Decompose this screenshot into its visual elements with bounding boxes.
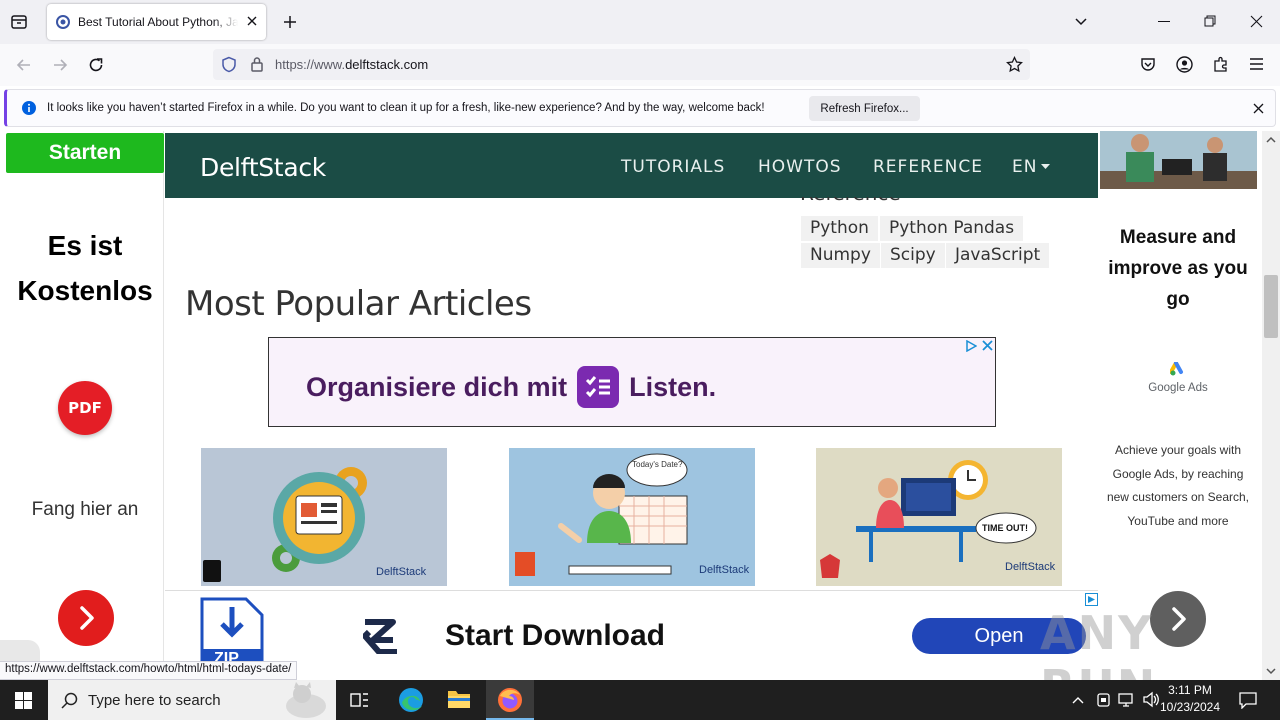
network-icon[interactable] — [1118, 692, 1136, 708]
info-icon — [22, 101, 36, 115]
scroll-up-arrow-icon — [1266, 136, 1276, 143]
adchoices-icon[interactable] — [1085, 593, 1098, 606]
thumb-brand-1: DelftStack — [376, 566, 427, 578]
checklist-icon — [577, 366, 620, 408]
file-explorer-icon[interactable] — [447, 688, 471, 710]
bottom-ad-headline: Start Download — [445, 619, 666, 652]
nav-reference[interactable]: REFERENCE — [873, 157, 983, 177]
firefox-icon — [498, 688, 522, 712]
left-ad-next-button[interactable] — [58, 590, 114, 646]
middle-banner-ad[interactable]: Organisiere dich mit Listen. — [268, 337, 996, 427]
tag-python[interactable]: Python — [801, 216, 878, 241]
reload-icon[interactable] — [87, 56, 105, 74]
language-label: EN — [1012, 157, 1038, 177]
mid-ad-text: Organisiere dich mit Listen. — [306, 366, 716, 408]
adchoices-icon[interactable] — [965, 340, 977, 352]
left-ad-subline: Fang hier an — [31, 499, 139, 520]
windows-taskbar: Type here to search 3:11 PM 10/23/2024 — [0, 680, 1280, 720]
notification-message: It looks like you haven’t started Firefo… — [47, 102, 765, 114]
task-view-icon[interactable] — [350, 691, 369, 709]
tag-javascript[interactable]: JavaScript — [946, 243, 1050, 268]
mid-ad-text-before: Organisiere dich mit — [306, 371, 568, 402]
bottom-banner-ad[interactable]: ZIP Start Download Open — [165, 590, 1098, 680]
popular-articles-heading: Most Popular Articles — [185, 284, 532, 324]
tag-scipy[interactable]: Scipy — [881, 243, 945, 268]
url-bar[interactable]: https://www.delftstack.com — [213, 49, 1030, 80]
notification-close-icon[interactable] — [1253, 103, 1264, 114]
system-clock[interactable]: 3:11 PM 10/23/2024 — [1156, 682, 1224, 716]
url-prefix: https://www. — [275, 57, 346, 72]
right-sidebar-ad[interactable]: Measure and improve as you go Google Ads… — [1099, 131, 1257, 680]
account-icon[interactable] — [1176, 56, 1193, 73]
app-menu-hamburger-icon[interactable] — [1249, 57, 1264, 71]
caret-down-icon — [1041, 164, 1051, 169]
right-ad-body: Achieve your goals with Google Ads, by r… — [1106, 443, 1250, 528]
mid-ad-text-after: Listen. — [629, 371, 717, 402]
edge-browser-icon[interactable] — [398, 687, 424, 713]
extensions-puzzle-icon[interactable] — [1212, 56, 1229, 73]
clock-time: 3:11 PM — [1168, 683, 1212, 697]
tab-close-icon[interactable] — [245, 14, 259, 28]
search-placeholder: Type here to search — [88, 692, 221, 709]
site-logo[interactable]: DelftStack — [200, 153, 326, 182]
refresh-firefox-notification: It looks like you haven’t started Firefo… — [4, 89, 1276, 127]
firefox-taskbar-button[interactable] — [486, 680, 534, 720]
right-ad-photo — [1100, 131, 1257, 189]
search-icon — [61, 692, 78, 709]
browser-tab[interactable]: Best Tutorial About Python, JavaScript — [47, 4, 266, 40]
chevron-right-icon — [80, 606, 94, 630]
thumb-bubble-timeout: TIME OUT! — [982, 523, 1028, 533]
tracking-shield-icon[interactable] — [221, 56, 237, 73]
left-sidebar-ad[interactable]: Starten Es ist Kostenlos PDF Fang hier a… — [6, 131, 164, 680]
search-highlight-cat-icon — [280, 682, 332, 718]
nav-language[interactable]: EN — [1012, 157, 1051, 177]
restore-icon[interactable] — [1204, 15, 1216, 27]
scrollbar-thumb[interactable] — [1264, 275, 1278, 338]
lock-icon[interactable] — [250, 56, 264, 72]
firefox-view-icon[interactable] — [10, 13, 28, 31]
device-icon[interactable] — [1096, 692, 1111, 708]
windows-start-icon[interactable] — [15, 692, 32, 709]
google-ads-logo-icon — [1170, 362, 1186, 377]
thumb-brand-3: DelftStack — [1005, 561, 1056, 573]
list-tabs-chevron-down-icon[interactable] — [1074, 15, 1088, 29]
nav-tutorials[interactable]: TUTORIALS — [621, 157, 725, 177]
url-domain: delftstack.com — [345, 57, 429, 72]
thumb-bubble-date: Today's Date? — [632, 460, 683, 469]
bookmark-star-icon[interactable] — [1006, 56, 1023, 73]
z-logo-icon — [363, 618, 399, 654]
notifications-icon[interactable] — [1239, 691, 1257, 709]
back-arrow-icon[interactable] — [15, 56, 33, 74]
starten-button[interactable]: Starten — [6, 133, 164, 173]
tab-title: Best Tutorial About Python, JavaScript — [78, 15, 238, 29]
pocket-icon[interactable] — [1140, 56, 1156, 72]
site-header: DelftStack TUTORIALS HOWTOS REFERENCE EN — [165, 133, 1098, 198]
close-window-icon[interactable] — [1250, 15, 1263, 28]
google-ads-label: Google Ads — [1148, 382, 1208, 394]
tag-python-pandas[interactable]: Python Pandas — [880, 216, 1024, 241]
article-thumbnail-3[interactable]: TIME OUT! DelftStack — [816, 448, 1062, 586]
refresh-firefox-button[interactable]: Refresh Firefox... — [809, 96, 920, 121]
url-text[interactable]: https://www.delftstack.com — [275, 57, 428, 72]
show-hidden-icons-chevron-up-icon[interactable] — [1071, 693, 1085, 707]
taskbar-search-box[interactable]: Type here to search — [48, 680, 336, 720]
article-thumbnail-2[interactable]: Today's Date? DelftStack — [509, 448, 755, 586]
clock-date: 10/23/2024 — [1159, 700, 1221, 714]
right-ad-headline: Measure and improve as you go — [1108, 227, 1248, 310]
status-bar-url: https://www.delftstack.com/howto/html/ht… — [0, 661, 298, 680]
nav-howtos[interactable]: HOWTOS — [758, 157, 842, 177]
delftstack-favicon-icon — [56, 15, 70, 29]
web-page: Starten Es ist Kostenlos PDF Fang hier a… — [0, 131, 1262, 680]
new-tab-icon[interactable] — [282, 14, 298, 30]
left-ad-headline: Es ist Kostenlos — [17, 230, 153, 306]
tag-numpy[interactable]: Numpy — [801, 243, 880, 268]
ad-close-icon[interactable] — [982, 340, 993, 351]
thumb-brand-2: DelftStack — [699, 564, 750, 576]
minimize-icon[interactable] — [1158, 21, 1170, 23]
tab-bar: Best Tutorial About Python, JavaScript — [0, 0, 1280, 44]
page-scrollbar[interactable] — [1262, 131, 1280, 680]
forward-arrow-icon[interactable] — [51, 56, 69, 74]
article-thumbnail-1[interactable]: DelftStack — [201, 448, 447, 586]
pdf-icon: PDF — [58, 381, 112, 435]
